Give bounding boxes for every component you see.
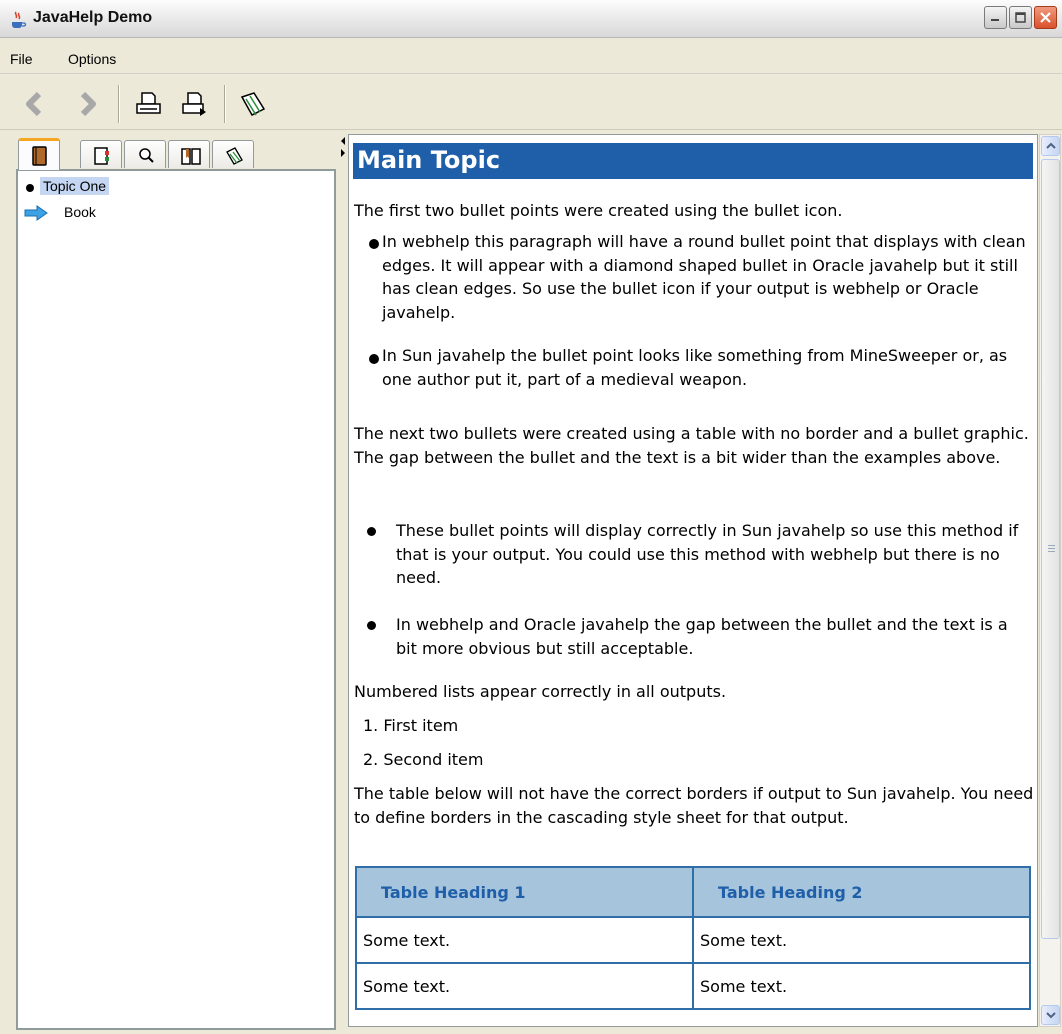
glossary-icon [181,148,201,165]
toolbar-separator [224,85,226,123]
topic-title: Main Topic [357,146,501,174]
split-pane-divider[interactable] [340,131,348,1034]
paragraph: Numbered lists appear correctly in all o… [354,682,727,701]
search-icon [139,148,154,163]
menu-options[interactable]: Options [68,51,116,67]
bullet-icon [26,184,34,192]
toolbar-separator [118,85,120,123]
expand-right-icon[interactable] [341,149,345,157]
topic-heading: Main Topic [353,143,1033,179]
paragraph: The next two bullets were created using … [354,424,1029,467]
table-row: Some text. Some text. [355,962,1031,1010]
table-cell: Some text. [355,962,694,1010]
scroll-thumb[interactable] [1041,159,1060,939]
minimize-icon [991,19,999,21]
bullet-icon [369,354,379,364]
table-header: Table Heading 2 [692,866,1031,918]
toolbar [0,75,1062,130]
page-setup-icon[interactable] [180,89,210,119]
menu-file[interactable]: File [10,51,33,67]
table-cell: Some text. [692,916,1031,964]
tree-item-label: Topic One [40,177,110,195]
print-icon[interactable] [134,89,164,119]
window-title: JavaHelp Demo [33,9,153,26]
tab-contents[interactable] [18,138,60,170]
title-bar: JavaHelp Demo [0,0,1062,38]
paragraph: The table below will not have the correc… [354,784,1034,827]
tab-search[interactable] [124,140,166,168]
paragraph: The first two bullet points were created… [354,201,843,220]
navigator-tabs [16,138,336,170]
table-cell: Some text. [692,962,1031,1010]
close-button[interactable] [1034,6,1057,29]
minimize-button[interactable] [984,6,1007,29]
toc-icon [32,146,47,166]
content-viewer: Main Topic The first two bullet points w… [348,134,1038,1027]
blue-arrow-icon [24,205,48,221]
maximize-icon [1015,12,1026,23]
tab-favorites[interactable] [212,140,254,168]
menu-bar: File Options [0,38,1062,74]
tab-glossary[interactable] [168,140,210,168]
java-coffee-icon [12,11,27,28]
numbered-item: 1. First item [363,716,459,735]
maximize-button[interactable] [1009,6,1032,29]
scroll-down-button[interactable] [1041,1005,1060,1025]
favorites-icon [226,147,243,165]
back-icon[interactable] [20,89,50,119]
list-item: In webhelp this paragraph will have a ro… [382,232,1026,322]
bullet-icon [367,527,376,536]
list-item: In webhelp and Oracle javahelp the gap b… [396,615,1008,658]
table-cell: Some text. [355,916,694,964]
table-header-row: Table Heading 1 Table Heading 2 [355,866,1031,918]
chevron-up-icon [1046,142,1056,149]
collapse-left-icon[interactable] [341,137,345,145]
scroll-grip [1048,545,1055,553]
list-item: These bullet points will display correct… [396,521,1019,587]
forward-icon[interactable] [72,89,102,119]
close-icon [1040,12,1051,23]
index-icon [94,147,109,165]
table-header: Table Heading 1 [355,866,694,918]
toc-tree: Topic One Book [16,169,336,1030]
table-row: Some text. Some text. [355,916,1031,964]
tab-index[interactable] [80,140,122,168]
vertical-scrollbar[interactable] [1039,134,1061,1027]
synchronize-icon[interactable] [238,89,268,119]
navigator-panel: Topic One Book [0,131,340,1034]
scroll-up-button[interactable] [1041,136,1060,156]
list-item: In Sun javahelp the bullet point looks l… [382,346,1008,389]
numbered-item: 2. Second item [363,750,484,769]
chevron-down-icon [1046,1012,1056,1019]
bullet-icon [369,239,379,249]
content-table: Table Heading 1 Table Heading 2 Some tex… [355,866,1031,1010]
tree-item-label: Book [64,204,96,220]
bullet-icon [367,621,376,630]
